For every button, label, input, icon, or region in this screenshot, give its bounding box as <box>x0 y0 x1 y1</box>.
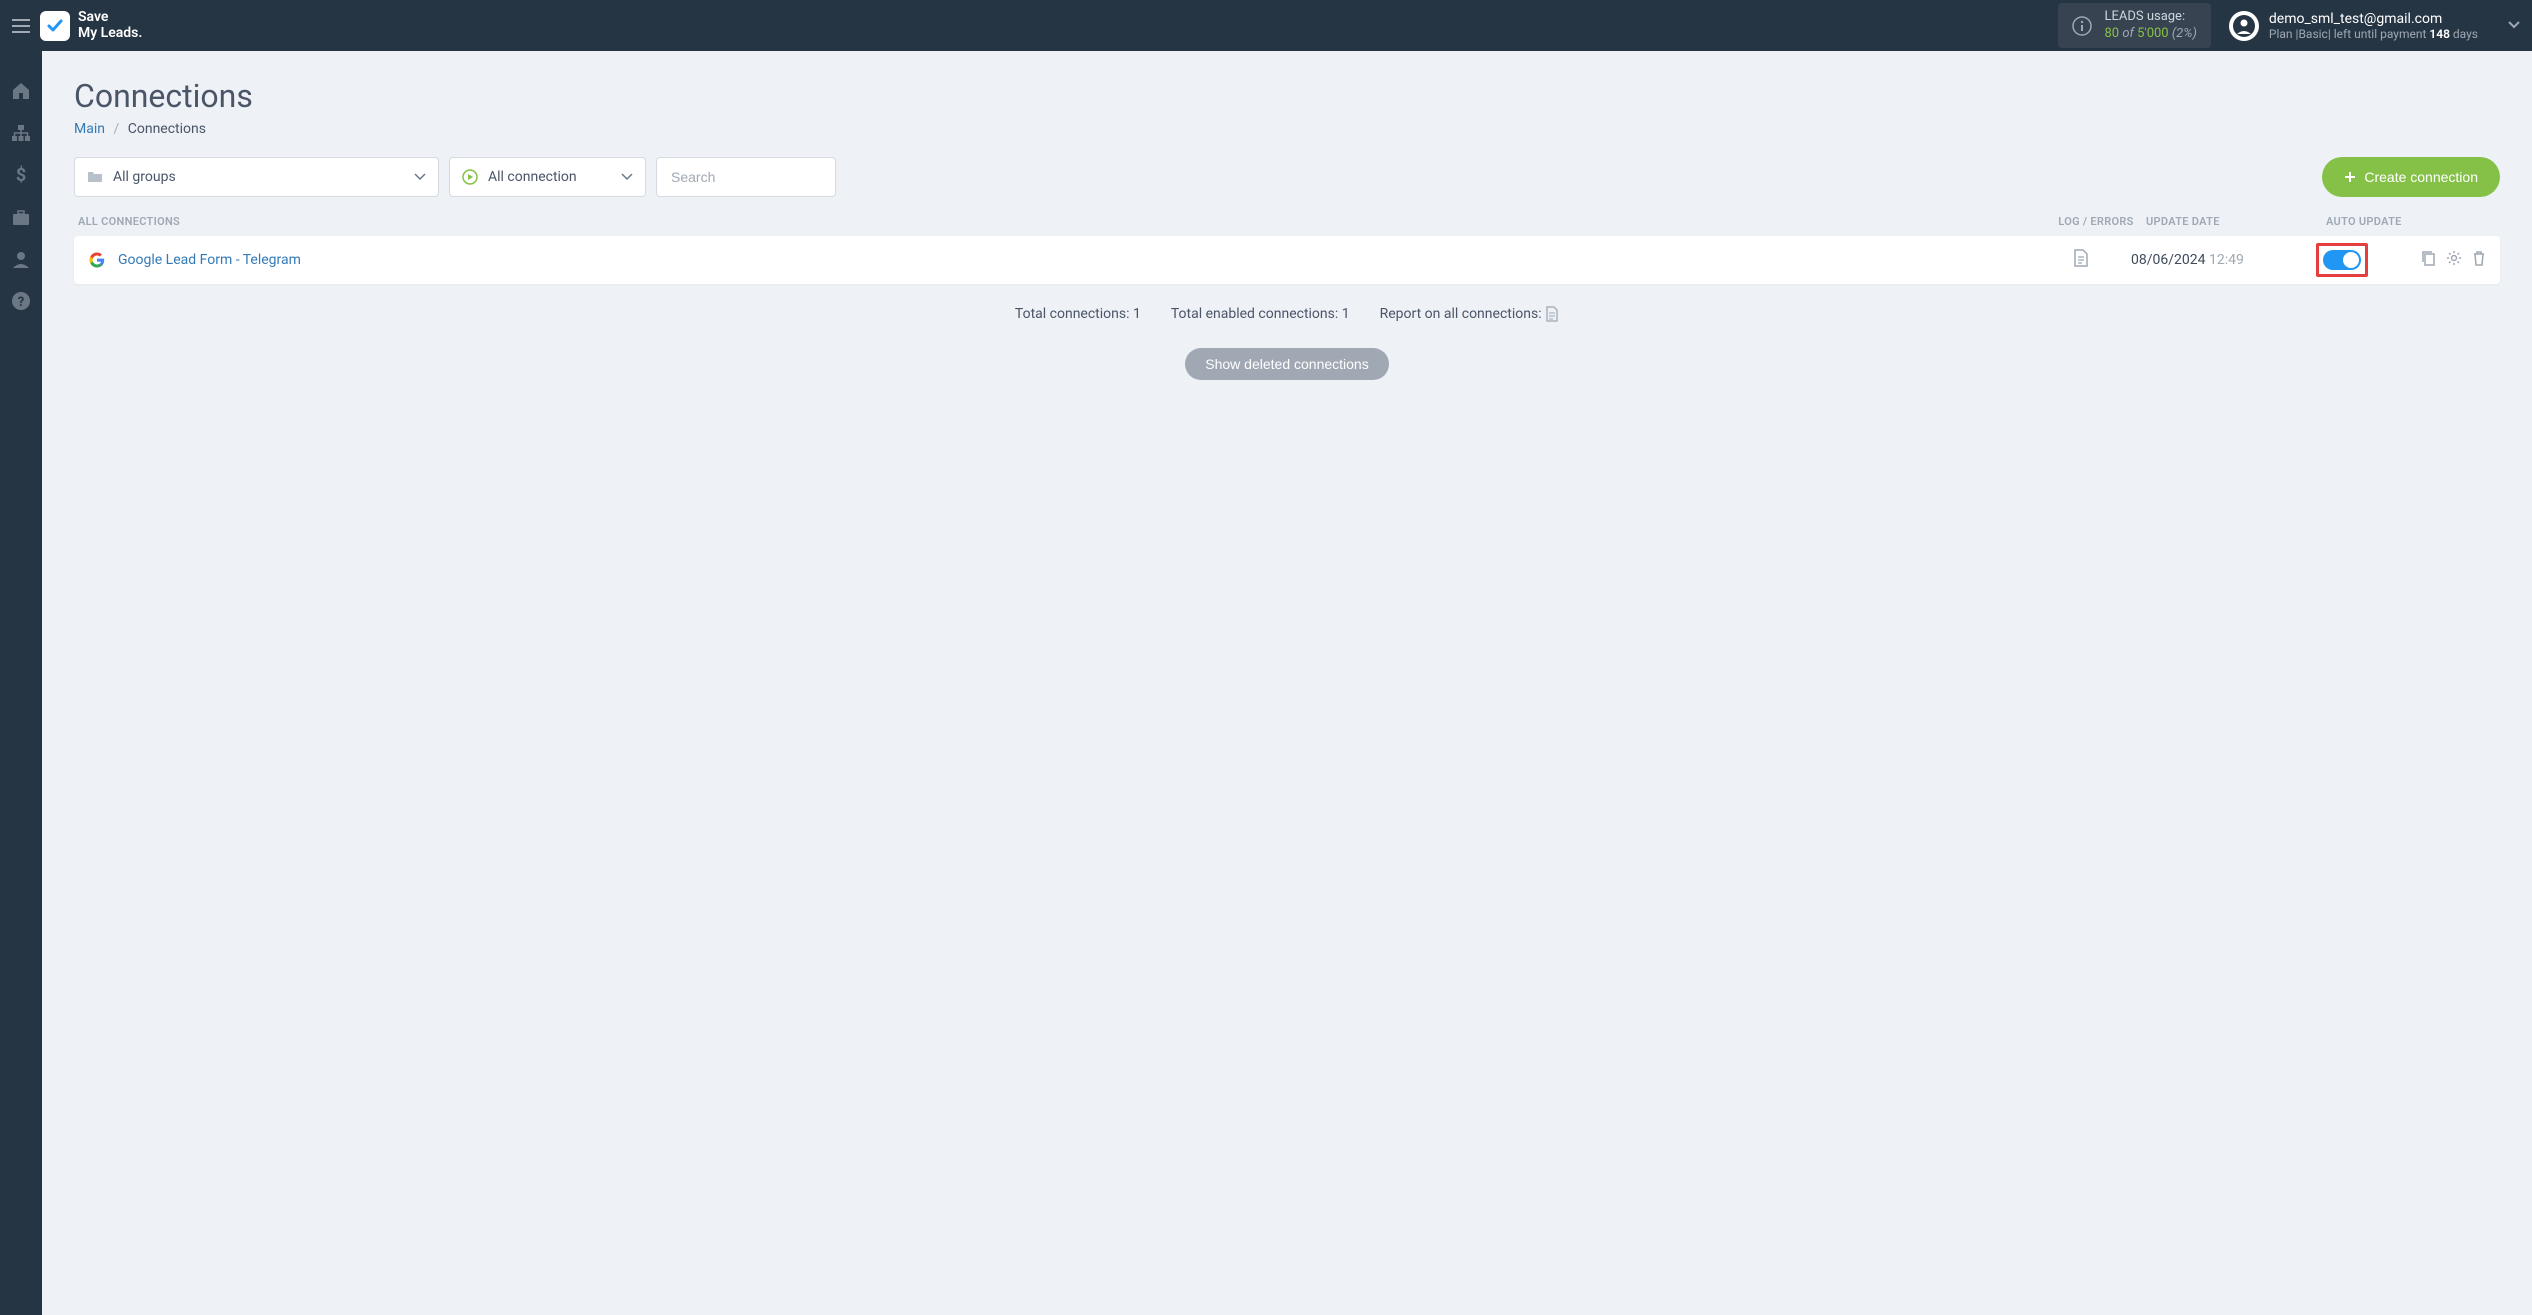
th-all-connections: ALL CONNECTIONS <box>78 215 2046 228</box>
logo-icon <box>40 11 70 41</box>
page-title: Connections <box>74 77 2500 115</box>
user-icon[interactable] <box>11 249 31 269</box>
document-icon <box>2073 249 2089 267</box>
document-icon[interactable] <box>1545 306 1559 322</box>
search-input[interactable] <box>656 157 836 197</box>
th-log-errors: LOG / ERRORS <box>2046 215 2146 228</box>
copy-button[interactable] <box>2421 250 2436 270</box>
th-auto-update: AUTO UPDATE <box>2326 215 2496 228</box>
main-content: Connections Main / Connections All group… <box>42 51 2532 1315</box>
auto-update-highlight <box>2316 243 2368 277</box>
summary-row: Total connections: 1 Total enabled conne… <box>74 306 2500 322</box>
connection-name-link[interactable]: Google Lead Form - Telegram <box>118 252 2031 268</box>
svg-text:$: $ <box>16 165 26 185</box>
top-header: Save My Leads. LEADS usage: 80 of 5'000 … <box>0 0 2532 51</box>
play-circle-icon <box>462 169 478 185</box>
logo[interactable]: Save My Leads. <box>40 10 142 41</box>
report-all-connections: Report on all connections: <box>1380 306 1559 322</box>
trash-icon <box>2472 250 2486 266</box>
usage-total: 5'000 <box>2137 26 2169 41</box>
user-plan: Plan |Basic| left until payment 148 days <box>2269 27 2478 41</box>
folder-icon <box>87 170 103 184</box>
total-enabled-connections: Total enabled connections: 1 <box>1171 306 1350 322</box>
table-row: Google Lead Form - Telegram 08/06/2024 1… <box>74 236 2500 284</box>
connection-filter-select[interactable]: All connection <box>449 157 646 197</box>
briefcase-icon[interactable] <box>11 207 31 227</box>
breadcrumb-main-link[interactable]: Main <box>74 121 105 137</box>
chevron-down-icon <box>2508 18 2520 33</box>
th-update-date: UPDATE DATE <box>2146 215 2326 228</box>
settings-button[interactable] <box>2446 250 2462 270</box>
google-icon <box>88 251 106 269</box>
create-connection-button[interactable]: Create connection <box>2322 157 2500 197</box>
plus-icon <box>2344 171 2356 183</box>
update-date: 08/06/2024 12:49 <box>2131 252 2316 268</box>
info-icon <box>2072 16 2092 36</box>
sidebar: $ ? <box>0 51 42 1315</box>
total-connections: Total connections: 1 <box>1015 306 1141 322</box>
table-header: ALL CONNECTIONS LOG / ERRORS UPDATE DATE… <box>74 215 2500 228</box>
dollar-icon[interactable]: $ <box>11 165 31 185</box>
chevron-down-icon <box>414 173 426 181</box>
auto-update-toggle[interactable] <box>2323 250 2361 270</box>
delete-button[interactable] <box>2472 250 2486 270</box>
groups-filter-select[interactable]: All groups <box>74 157 439 197</box>
copy-icon <box>2421 250 2436 266</box>
breadcrumb: Main / Connections <box>74 121 2500 137</box>
user-avatar-icon <box>2229 11 2259 41</box>
usage-label: LEADS usage: <box>2104 9 2196 26</box>
breadcrumb-current: Connections <box>128 121 206 137</box>
show-deleted-button[interactable]: Show deleted connections <box>1185 348 1388 380</box>
leads-usage-badge: LEADS usage: 80 of 5'000 (2%) <box>2058 3 2210 49</box>
usage-of: of <box>2122 26 2137 41</box>
home-icon[interactable] <box>11 81 31 101</box>
menu-toggle-icon[interactable] <box>12 14 30 38</box>
logo-text: Save My Leads. <box>78 10 142 41</box>
log-button[interactable] <box>2031 249 2131 271</box>
help-icon[interactable]: ? <box>11 291 31 311</box>
usage-used: 80 <box>2104 26 2119 41</box>
gear-icon <box>2446 250 2462 266</box>
usage-pct: (2%) <box>2172 26 2197 41</box>
svg-text:?: ? <box>18 295 24 310</box>
user-menu[interactable]: demo_sml_test@gmail.com Plan |Basic| lef… <box>2229 11 2520 41</box>
sitemap-icon[interactable] <box>11 123 31 143</box>
chevron-down-icon <box>621 173 633 181</box>
user-email: demo_sml_test@gmail.com <box>2269 11 2478 27</box>
